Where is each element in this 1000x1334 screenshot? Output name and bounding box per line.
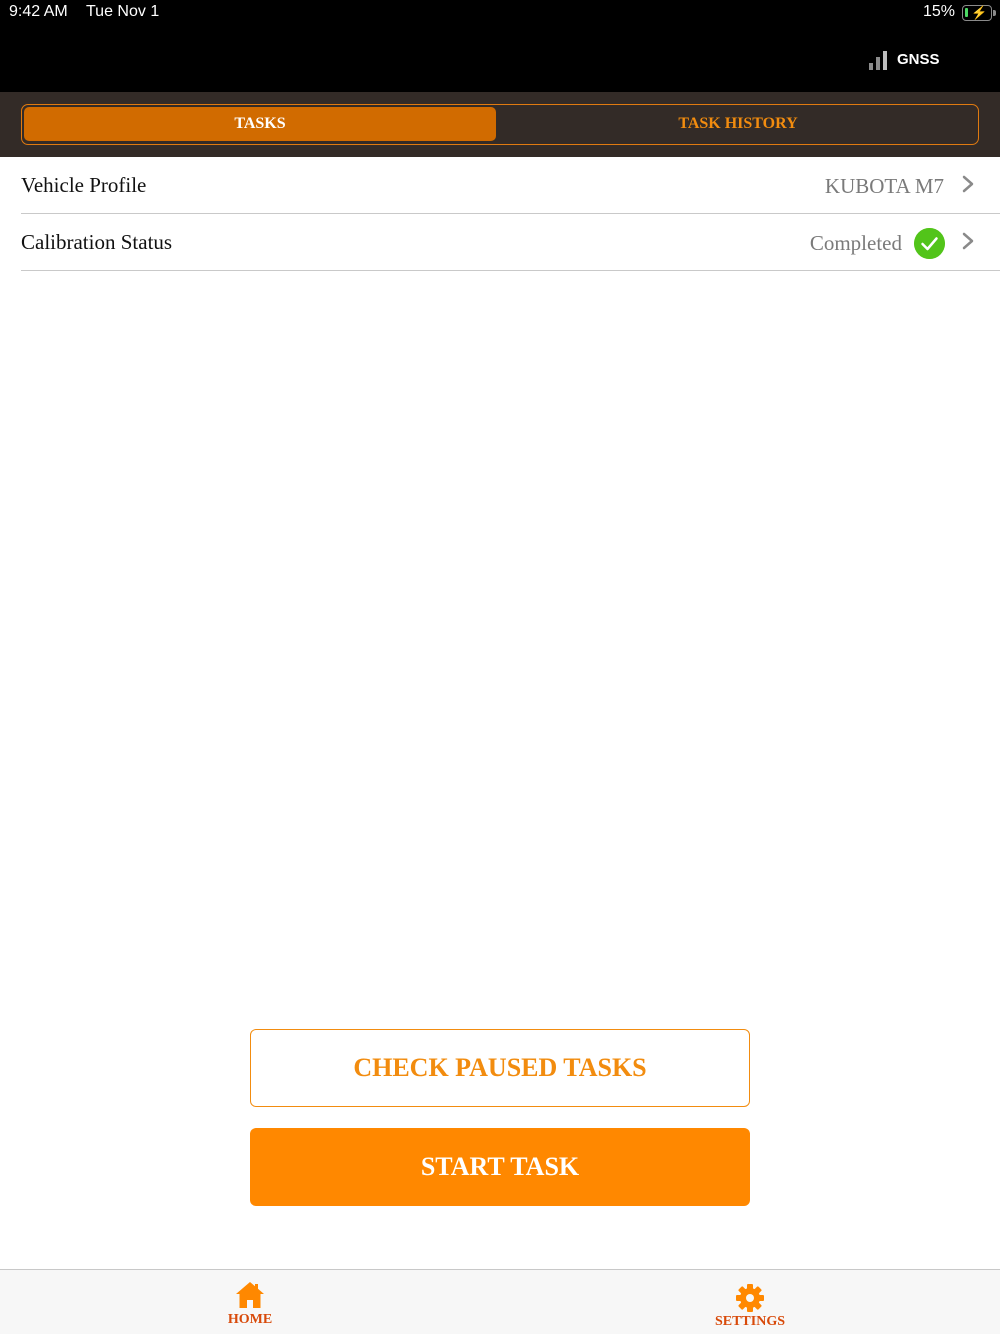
segmented-control: TASKS TASK HISTORY <box>21 104 979 145</box>
calibration-status-value: Completed <box>809 231 902 255</box>
signal-bars-icon <box>869 50 887 70</box>
gnss-label: GNSS <box>897 51 940 68</box>
check-paused-tasks-button[interactable]: CHECK PAUSED TASKS <box>250 1029 750 1107</box>
start-task-button[interactable]: START TASK <box>250 1128 750 1206</box>
gnss-indicator[interactable]: GNSS <box>869 48 940 70</box>
battery-percent: 15% <box>922 3 955 20</box>
calibration-status-label: Calibration Status <box>21 230 173 254</box>
home-icon <box>236 1282 264 1308</box>
vehicle-profile-value: KUBOTA M7 <box>824 174 944 198</box>
tab-settings-label: SETTINGS <box>714 1314 786 1329</box>
chevron-right-icon <box>962 175 974 193</box>
vehicle-profile-label: Vehicle Profile <box>21 173 147 197</box>
calibration-status-row[interactable]: Calibration Status Completed <box>21 214 1000 271</box>
tab-home-label: HOME <box>227 1312 273 1327</box>
tab-bar-home[interactable]: HOME <box>190 1270 310 1334</box>
segment-header: TASKS TASK HISTORY <box>0 92 1000 157</box>
chevron-right-icon <box>962 232 974 250</box>
vehicle-profile-row[interactable]: Vehicle Profile KUBOTA M7 <box>21 157 1000 214</box>
tab-bar-settings[interactable]: SETTINGS <box>690 1270 810 1334</box>
status-bar: 9:42 AM Tue Nov 1 15% ⚡ GNSS <box>0 0 1000 92</box>
status-date: Tue Nov 1 <box>86 3 160 20</box>
tab-task-history[interactable]: TASK HISTORY <box>500 107 976 141</box>
gear-icon <box>736 1284 764 1312</box>
status-time: 9:42 AM <box>9 3 68 20</box>
check-circle-icon <box>914 228 945 259</box>
battery-icon: ⚡ <box>962 5 996 21</box>
tab-tasks[interactable]: TASKS <box>24 107 496 141</box>
bottom-tab-bar: HOME SETTINGS <box>0 1269 1000 1334</box>
